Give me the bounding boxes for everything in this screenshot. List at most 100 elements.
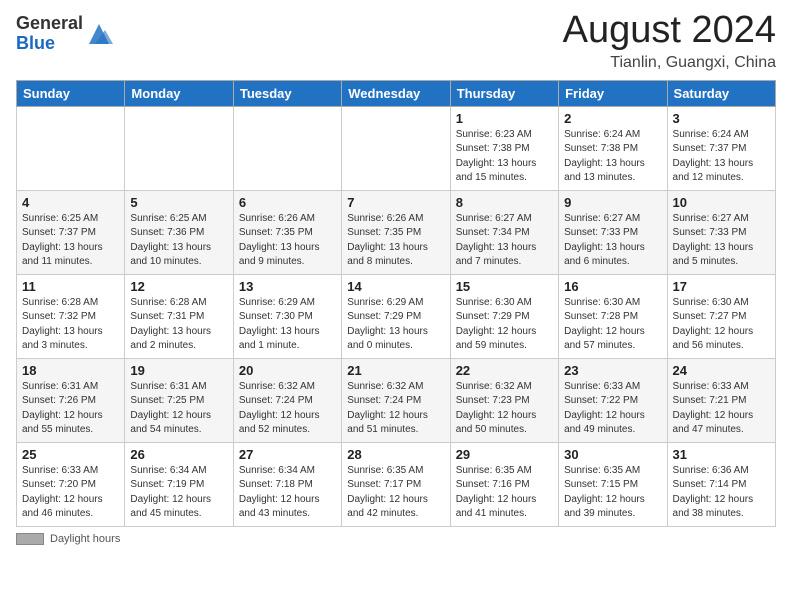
calendar-cell: 2 Sunrise: 6:24 AM Sunset: 7:38 PM Daylig… [559,106,667,190]
calendar-cell: 25Sunrise: 6:33 AM Sunset: 7:20 PM Dayli… [17,442,125,526]
day-number: 21 [347,363,444,378]
day-number: 7 [347,195,444,210]
header: General Blue August 2024 Tianlin, Guangx… [16,10,776,72]
col-header-saturday: Saturday [667,80,775,106]
calendar-week-3: 18Sunrise: 6:31 AM Sunset: 7:26 PM Dayli… [17,358,776,442]
calendar-cell: 14 Sunrise: 6:29 AM Sunset: 7:29 PM Dayli… [342,274,450,358]
day-number: 9 [564,195,661,210]
calendar-week-0: 1 Sunrise: 6:23 AM Sunset: 7:38 PM Daylig… [17,106,776,190]
day-number: 10 [673,195,770,210]
day-number: 14 [347,279,444,294]
day-number: 1 [456,111,553,126]
day-info: Sunrise: 6:29 AM Sunset: 7:29 PM Dayligh… [347,296,444,354]
day-info: Sunrise: 6:26 AM Sunset: 7:35 PM Dayligh… [347,212,444,270]
day-number: 20 [239,363,336,378]
day-info: Sunrise: 6:31 AM Sunset: 7:25 PM Dayligh… [130,380,227,438]
calendar-cell: 27Sunrise: 6:34 AM Sunset: 7:18 PM Dayli… [233,442,341,526]
calendar-cell: 28 Sunrise: 6:35 AM Sunset: 7:17 PM Dayli… [342,442,450,526]
day-info: Sunrise: 6:35 AM Sunset: 7:16 PM Dayligh… [456,464,553,522]
day-info: Sunrise: 6:27 AM Sunset: 7:33 PM Dayligh… [673,212,770,270]
calendar-cell: 17 Sunrise: 6:30 AM Sunset: 7:27 PM Dayli… [667,274,775,358]
calendar-cell: 10 Sunrise: 6:27 AM Sunset: 7:33 PM Dayli… [667,190,775,274]
calendar-cell: 31Sunrise: 6:36 AM Sunset: 7:14 PM Dayli… [667,442,775,526]
calendar-cell: 7 Sunrise: 6:26 AM Sunset: 7:35 PM Daylig… [342,190,450,274]
calendar-body: 1 Sunrise: 6:23 AM Sunset: 7:38 PM Daylig… [17,106,776,526]
calendar-cell: 21 Sunrise: 6:32 AM Sunset: 7:24 PM Dayli… [342,358,450,442]
day-info: Sunrise: 6:30 AM Sunset: 7:27 PM Dayligh… [673,296,770,354]
day-number: 8 [456,195,553,210]
day-info: Sunrise: 6:34 AM Sunset: 7:19 PM Dayligh… [130,464,227,522]
day-info: Sunrise: 6:32 AM Sunset: 7:24 PM Dayligh… [347,380,444,438]
day-info: Sunrise: 6:26 AM Sunset: 7:35 PM Dayligh… [239,212,336,270]
logo-icon [85,20,113,48]
day-number: 26 [130,447,227,462]
day-info: Sunrise: 6:32 AM Sunset: 7:23 PM Dayligh… [456,380,553,438]
day-info: Sunrise: 6:23 AM Sunset: 7:38 PM Dayligh… [456,128,553,186]
day-info: Sunrise: 6:25 AM Sunset: 7:37 PM Dayligh… [22,212,119,270]
calendar-cell: 4 Sunrise: 6:25 AM Sunset: 7:37 PM Daylig… [17,190,125,274]
day-number: 31 [673,447,770,462]
calendar-cell [17,106,125,190]
day-info: Sunrise: 6:25 AM Sunset: 7:36 PM Dayligh… [130,212,227,270]
day-info: Sunrise: 6:32 AM Sunset: 7:24 PM Dayligh… [239,380,336,438]
day-number: 17 [673,279,770,294]
calendar-cell: 1 Sunrise: 6:23 AM Sunset: 7:38 PM Daylig… [450,106,558,190]
calendar-cell: 5 Sunrise: 6:25 AM Sunset: 7:36 PM Daylig… [125,190,233,274]
day-number: 13 [239,279,336,294]
day-info: Sunrise: 6:30 AM Sunset: 7:28 PM Dayligh… [564,296,661,354]
daylight-swatch [16,533,44,545]
calendar-cell: 11 Sunrise: 6:28 AM Sunset: 7:32 PM Dayli… [17,274,125,358]
day-info: Sunrise: 6:35 AM Sunset: 7:15 PM Dayligh… [564,464,661,522]
col-header-sunday: Sunday [17,80,125,106]
day-info: Sunrise: 6:28 AM Sunset: 7:32 PM Dayligh… [22,296,119,354]
calendar-week-2: 11 Sunrise: 6:28 AM Sunset: 7:32 PM Dayli… [17,274,776,358]
col-header-wednesday: Wednesday [342,80,450,106]
col-header-thursday: Thursday [450,80,558,106]
day-number: 25 [22,447,119,462]
day-number: 28 [347,447,444,462]
day-info: Sunrise: 6:33 AM Sunset: 7:22 PM Dayligh… [564,380,661,438]
calendar-cell [342,106,450,190]
day-info: Sunrise: 6:29 AM Sunset: 7:30 PM Dayligh… [239,296,336,354]
day-info: Sunrise: 6:27 AM Sunset: 7:34 PM Dayligh… [456,212,553,270]
col-header-friday: Friday [559,80,667,106]
calendar-cell: 12Sunrise: 6:28 AM Sunset: 7:31 PM Dayli… [125,274,233,358]
location: Tianlin, Guangxi, China [563,54,776,72]
calendar-cell: 9 Sunrise: 6:27 AM Sunset: 7:33 PM Daylig… [559,190,667,274]
day-number: 15 [456,279,553,294]
calendar-cell: 20 Sunrise: 6:32 AM Sunset: 7:24 PM Dayli… [233,358,341,442]
calendar-cell: 23Sunrise: 6:33 AM Sunset: 7:22 PM Dayli… [559,358,667,442]
calendar-cell: 3Sunrise: 6:24 AM Sunset: 7:37 PM Daylig… [667,106,775,190]
day-number: 2 [564,111,661,126]
calendar-header: SundayMondayTuesdayWednesdayThursdayFrid… [17,80,776,106]
month-year: August 2024 [563,10,776,52]
day-number: 19 [130,363,227,378]
logo-general: General [16,13,83,33]
logo-text: General Blue [16,14,83,54]
day-number: 22 [456,363,553,378]
page: General Blue August 2024 Tianlin, Guangx… [0,0,792,612]
calendar: SundayMondayTuesdayWednesdayThursdayFrid… [16,80,776,527]
day-number: 5 [130,195,227,210]
calendar-cell: 26 Sunrise: 6:34 AM Sunset: 7:19 PM Dayli… [125,442,233,526]
logo: General Blue [16,14,113,54]
day-number: 6 [239,195,336,210]
calendar-cell: 6 Sunrise: 6:26 AM Sunset: 7:35 PM Daylig… [233,190,341,274]
day-info: Sunrise: 6:24 AM Sunset: 7:38 PM Dayligh… [564,128,661,186]
day-number: 11 [22,279,119,294]
calendar-cell: 22 Sunrise: 6:32 AM Sunset: 7:23 PM Dayli… [450,358,558,442]
calendar-cell: 19 Sunrise: 6:31 AM Sunset: 7:25 PM Dayli… [125,358,233,442]
calendar-cell [233,106,341,190]
calendar-cell: 15Sunrise: 6:30 AM Sunset: 7:29 PM Dayli… [450,274,558,358]
header-row: SundayMondayTuesdayWednesdayThursdayFrid… [17,80,776,106]
day-info: Sunrise: 6:35 AM Sunset: 7:17 PM Dayligh… [347,464,444,522]
day-number: 4 [22,195,119,210]
day-info: Sunrise: 6:27 AM Sunset: 7:33 PM Dayligh… [564,212,661,270]
day-number: 16 [564,279,661,294]
footer-label: Daylight hours [50,533,120,545]
calendar-cell: 13 Sunrise: 6:29 AM Sunset: 7:30 PM Dayli… [233,274,341,358]
day-number: 30 [564,447,661,462]
calendar-cell [125,106,233,190]
calendar-week-1: 4 Sunrise: 6:25 AM Sunset: 7:37 PM Daylig… [17,190,776,274]
day-number: 12 [130,279,227,294]
